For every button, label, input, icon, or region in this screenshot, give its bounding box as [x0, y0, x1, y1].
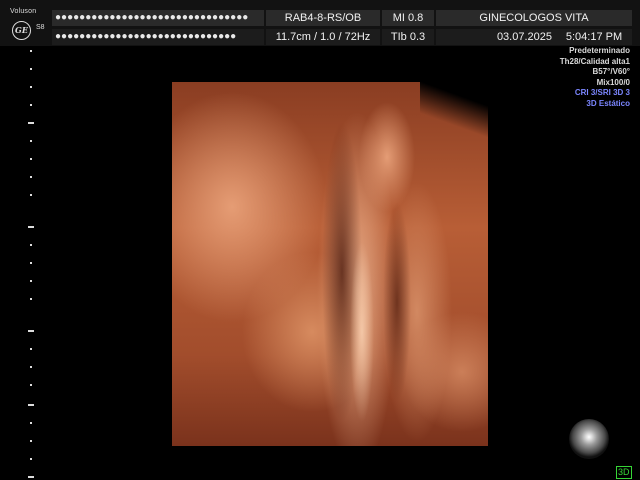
ge-voluson-logo: Voluson GE S8 — [4, 8, 48, 44]
render-shadow — [382, 202, 412, 402]
preset-label: Predeterminado — [569, 46, 630, 55]
thermal-index: TIb 0.3 — [382, 29, 434, 45]
depth-frequency: 11.7cm / 1.0 / 72Hz — [266, 29, 380, 45]
exam-date: 03.07.2025 — [436, 29, 556, 45]
mode-label: 3D Estático — [586, 98, 630, 108]
cri-sri-label: CRI 3/SRI 3D 3 — [574, 88, 630, 97]
exam-time: 5:04:17 PM — [556, 29, 632, 45]
ge-logo-icon: GE — [12, 21, 31, 40]
mix-label: Mix100/0 — [596, 77, 630, 87]
orientation-sphere-icon[interactable] — [569, 419, 609, 459]
quality-label: Th28/Calidad alta1 — [559, 56, 630, 66]
render-highlight — [347, 232, 377, 432]
brand-label: Voluson — [10, 8, 37, 15]
probe-label: RAB4-8-RS/OB — [266, 10, 380, 26]
header-bar: Voluson GE S8 ●●●●●●●●●●●●●●●●●●●●●●●●●●… — [0, 0, 640, 46]
patient-id: ●●●●●●●●●●●●●●●●●●●●●●●●●●●●●● — [52, 29, 264, 45]
mechanical-index: MI 0.8 — [382, 10, 434, 26]
patient-name: ●●●●●●●●●●●●●●●●●●●●●●●●●●●●●●●● — [52, 10, 264, 26]
angle-label: B57°/V60° — [592, 67, 630, 76]
render-dark-corner — [420, 82, 488, 137]
acquisition-info-panel: Predeterminado Th28/Calidad alta1 B57°/V… — [560, 46, 630, 109]
3d-mode-indicator: 3D — [616, 466, 632, 479]
system-model: S8 — [36, 24, 45, 31]
institution-name: GINECOLOGOS VITA — [436, 10, 632, 26]
depth-scale — [28, 50, 38, 480]
